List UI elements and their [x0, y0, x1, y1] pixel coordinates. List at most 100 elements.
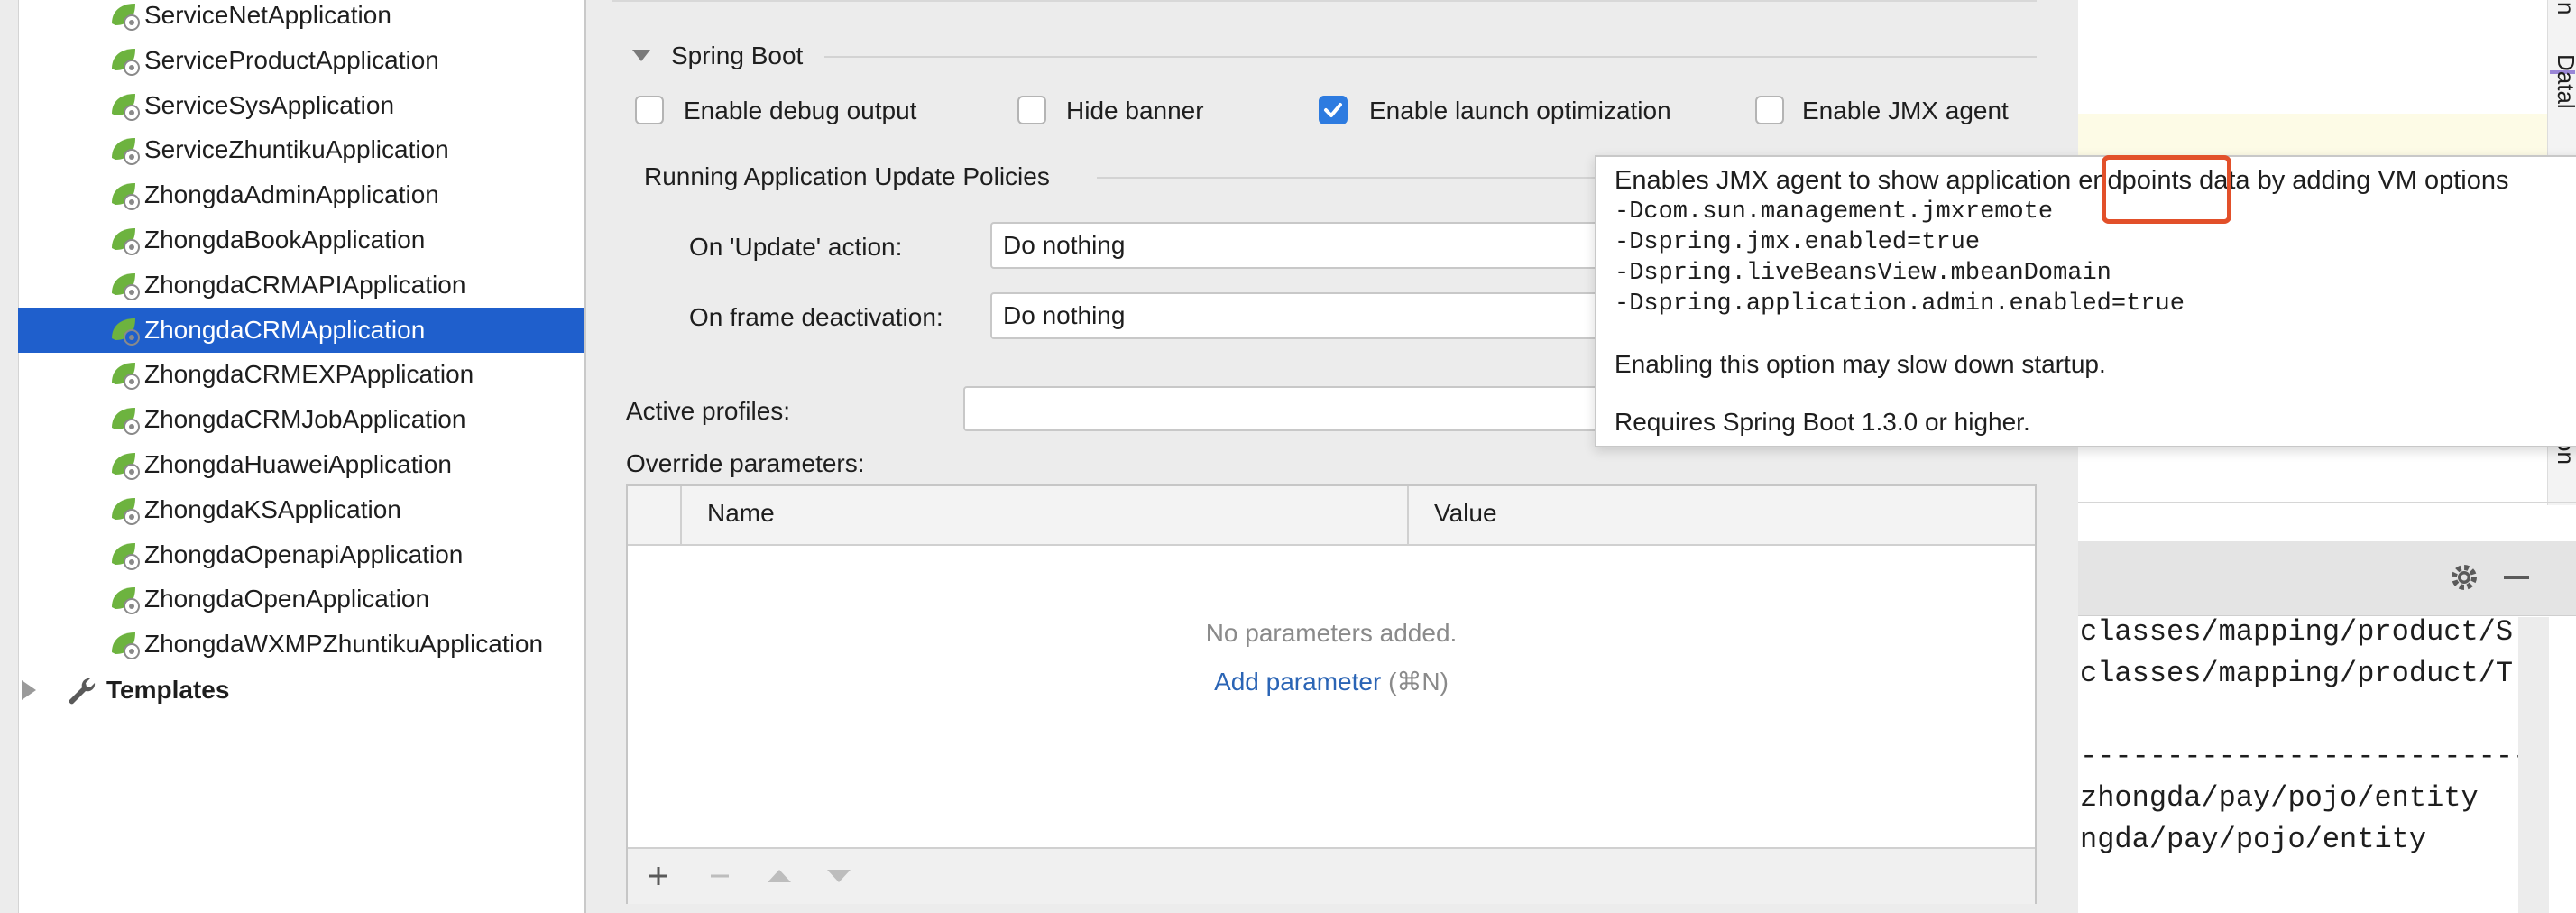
override-parameters-table: Name Value No parameters added. Add para…	[626, 484, 2037, 904]
spring-boot-icon	[112, 93, 140, 121]
app-label: ZhongdaCRMEXPApplication	[144, 360, 474, 389]
tree-item-app[interactable]: ZhongdaCRMJobApplication	[18, 397, 584, 442]
spring-boot-icon	[112, 138, 140, 166]
enable-debug-label[interactable]: Enable debug output	[684, 97, 916, 125]
expand-arrow-icon[interactable]	[22, 680, 36, 700]
console-line: --------------------------	[2080, 740, 2531, 773]
section-divider	[824, 56, 2037, 58]
column-name-header[interactable]: Name	[707, 499, 775, 528]
spring-boot-icon	[112, 453, 140, 480]
empty-table-text: No parameters added.	[1205, 619, 1458, 647]
tree-item-app[interactable]: ZhongdaCRMEXPApplication	[18, 352, 584, 397]
on-deactivation-select[interactable]: Do nothing	[990, 292, 1685, 339]
app-label: ZhongdaBookApplication	[144, 226, 426, 254]
vertical-label-top: n	[2553, 2, 2576, 15]
enable-jmx-checkbox[interactable]	[1755, 96, 1784, 124]
spring-boot-icon	[112, 272, 140, 300]
move-down-icon[interactable]	[821, 858, 857, 894]
tree-item-app[interactable]: ZhongdaWXMPZhuntikuApplication	[18, 622, 584, 667]
tooltip-text: Enables JMX agent to show application	[1615, 166, 2079, 195]
enable-jmx-label[interactable]: Enable JMX agent	[1802, 97, 2009, 125]
spring-boot-icon	[112, 183, 140, 211]
collapse-arrow-icon[interactable]	[631, 49, 651, 63]
tree-item-app[interactable]: ZhongdaBookApplication	[18, 217, 584, 263]
spring-boot-icon	[112, 632, 140, 660]
tree-item-app[interactable]: ZhongdaHuaweiApplication	[18, 442, 584, 487]
remove-icon[interactable]	[702, 858, 738, 894]
launch-optimization-label[interactable]: Enable launch optimization	[1369, 97, 1671, 125]
app-label: ZhongdaAdminApplication	[144, 180, 439, 209]
app-label: ZhongdaCRMApplication	[144, 315, 426, 344]
app-label: ZhongdaOpenApplication	[144, 585, 430, 613]
tree-item-app[interactable]: ServiceSysApplication	[18, 83, 584, 128]
active-profiles-input[interactable]	[963, 386, 1685, 431]
move-up-icon[interactable]	[761, 858, 797, 894]
column-separator	[1407, 486, 1409, 544]
spring-boot-icon	[112, 48, 140, 76]
launch-optimization-checkbox[interactable]	[1319, 96, 1348, 124]
table-toolbar	[628, 847, 2035, 904]
add-icon[interactable]	[640, 858, 676, 894]
panel-divider	[2078, 502, 2576, 503]
tree-item-app[interactable]: ZhongdaOpenapiApplication	[18, 532, 584, 577]
column-separator	[680, 486, 682, 544]
tree-gutter	[0, 0, 19, 913]
tree-item-app[interactable]: ZhongdaAdminApplication	[18, 172, 584, 217]
tree-item-app[interactable]: ZhongdaOpenApplication	[18, 576, 584, 622]
tree-item-app[interactable]: ZhongdaCRMApplication	[18, 307, 584, 353]
app-label: ZhongdaKSApplication	[144, 494, 401, 523]
console-line: zhongda/pay/pojo/entity	[2080, 781, 2479, 815]
app-label: ZhongdaWXMPZhuntikuApplication	[144, 630, 544, 659]
spring-boot-icon	[112, 318, 140, 346]
on-update-label: On 'Update' action:	[689, 233, 903, 261]
console-line: classes/mapping/product/T	[2080, 657, 2514, 690]
gear-icon[interactable]	[2448, 561, 2480, 594]
on-deactivation-label: On frame deactivation:	[689, 303, 943, 331]
tree-item-app[interactable]: ServiceNetApplication	[18, 0, 584, 38]
app-label: ZhongdaOpenapiApplication	[144, 540, 464, 568]
tooltip-description: Enables JMX agent to show application en…	[1615, 166, 2509, 196]
endpoints-annotation-highlight	[2102, 155, 2231, 224]
vm-option: -Dspring.jmx.enabled=true	[1615, 229, 1981, 256]
jmx-tooltip: Enables JMX agent to show application en…	[1595, 155, 2576, 447]
active-profiles-label: Active profiles:	[626, 397, 791, 425]
hide-banner-checkbox[interactable]	[1017, 96, 1046, 124]
spring-boot-icon	[112, 587, 140, 615]
add-parameter-row: Add parameter (⌘N)	[628, 667, 2035, 696]
console-line: classes/mapping/product/S	[2080, 615, 2514, 649]
app-label: ServiceNetApplication	[144, 1, 391, 29]
add-parameter-link[interactable]: Add parameter	[1214, 668, 1381, 696]
vm-option: -Dcom.sun.management.jmxremote	[1615, 198, 2054, 226]
tree-item-templates[interactable]: Templates	[18, 668, 584, 713]
spring-boot-section-title[interactable]: Spring Boot	[671, 42, 803, 70]
hide-banner-label[interactable]: Hide banner	[1066, 97, 1204, 125]
app-label: ServiceSysApplication	[144, 90, 395, 119]
editor-panel: n Datal on classes/mapping/product/S cla…	[2078, 0, 2576, 913]
vm-option: -Dspring.application.admin.enabled=true	[1615, 290, 2185, 318]
app-label: ServiceProductApplication	[144, 45, 439, 74]
database-tool-label[interactable]: Datal	[2552, 54, 2576, 109]
console-line: ngda/pay/pojo/entity	[2080, 823, 2427, 856]
tree-item-app[interactable]: ZhongdaKSApplication	[18, 487, 584, 532]
column-value-header[interactable]: Value	[1434, 499, 1497, 528]
tree-item-app[interactable]: ServiceProductApplication	[18, 38, 584, 83]
tool-window-header	[2078, 541, 2576, 616]
spring-boot-icon	[112, 363, 140, 391]
console-scrollbar[interactable]	[2518, 617, 2549, 913]
minimize-icon[interactable]	[2500, 561, 2533, 594]
tree-item-app[interactable]: ZhongdaCRMAPIApplication	[18, 263, 584, 308]
spring-boot-icon	[112, 4, 140, 31]
wrench-icon	[69, 678, 96, 705]
templates-label: Templates	[106, 676, 230, 704]
spring-boot-icon	[112, 497, 140, 525]
tooltip-note: Requires Spring Boot 1.3.0 or higher.	[1615, 408, 2030, 436]
enable-debug-checkbox[interactable]	[635, 96, 664, 124]
app-label: ServiceZhuntikuApplication	[144, 135, 449, 164]
on-update-select[interactable]: Do nothing	[990, 222, 1685, 269]
update-policies-title: Running Application Update Policies	[644, 162, 1050, 190]
tree-item-app[interactable]: ServiceZhuntikuApplication	[18, 127, 584, 172]
override-parameters-label: Override parameters:	[626, 449, 865, 477]
app-label: ZhongdaHuaweiApplication	[144, 450, 452, 478]
tooltip-text: data by adding VM options	[2192, 166, 2509, 195]
spring-boot-icon	[112, 408, 140, 436]
